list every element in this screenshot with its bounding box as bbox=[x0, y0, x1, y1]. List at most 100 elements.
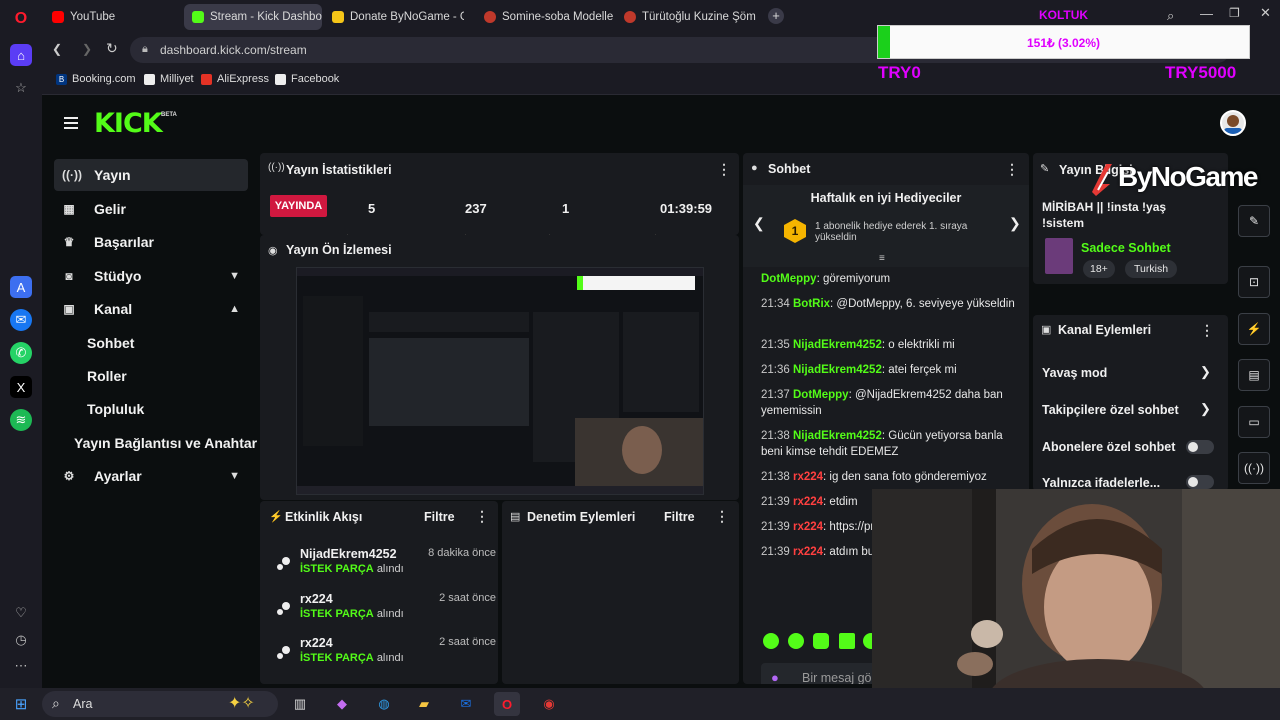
category-thumbnail[interactable] bbox=[1045, 238, 1073, 274]
chevron-right-icon[interactable]: ❯ bbox=[1009, 215, 1021, 232]
nav-topluluk[interactable]: Topluluk bbox=[87, 401, 144, 417]
chat-username[interactable]: DotMeppy bbox=[793, 389, 849, 401]
bookmark-facebook[interactable]: Facebook bbox=[275, 73, 339, 85]
nav-basarilar[interactable]: ♛ Başarılar bbox=[54, 226, 248, 258]
notes-icon[interactable]: ▤ bbox=[1238, 359, 1270, 391]
chat-username[interactable]: DotMeppy bbox=[761, 273, 817, 285]
opera-taskbar-icon[interactable]: O bbox=[494, 692, 520, 716]
document-icon: ▤ bbox=[510, 511, 521, 523]
chat-menu-icon[interactable]: ⋮ bbox=[1005, 161, 1019, 178]
chat-username[interactable]: rx224 bbox=[793, 471, 823, 483]
copilot-icon[interactable]: ◆ bbox=[329, 692, 355, 716]
taskbar-search[interactable]: ⌕ Ara ✦✧ bbox=[42, 691, 278, 717]
messenger-icon[interactable]: ✉ bbox=[10, 309, 32, 331]
spotify-icon[interactable]: ≋ bbox=[10, 409, 32, 431]
back-icon[interactable]: ❮ bbox=[52, 42, 62, 56]
reload-icon[interactable]: ↻ bbox=[106, 40, 118, 57]
activity-filter-button[interactable]: Filtre bbox=[424, 510, 455, 524]
chat-username[interactable]: rx224 bbox=[793, 546, 823, 558]
menu-icon[interactable] bbox=[64, 117, 78, 129]
x-icon[interactable]: X bbox=[10, 376, 32, 398]
stat-followers: 237 bbox=[465, 201, 487, 216]
edge-icon[interactable]: ◍ bbox=[371, 692, 397, 716]
nav-yayin[interactable]: ((·)) Yayın bbox=[54, 159, 248, 191]
chevron-right-icon[interactable]: ❯ bbox=[1200, 364, 1211, 380]
nav-gelir[interactable]: ▦ Gelir bbox=[54, 193, 248, 225]
chat-username[interactable]: NijadEkrem4252 bbox=[793, 364, 882, 376]
channel-actions-menu-icon[interactable]: ⋮ bbox=[1200, 322, 1214, 339]
opera-logo-icon[interactable]: O bbox=[10, 8, 32, 30]
chat-timestamp: 21:38 bbox=[761, 430, 793, 442]
chat-text: : @DotMeppy, 6. seviyeye yükseldin bbox=[830, 298, 1015, 310]
lightning-icon[interactable]: ⚡ bbox=[1238, 313, 1270, 345]
close-window-button[interactable]: ✕ bbox=[1260, 5, 1271, 21]
emote-icon[interactable] bbox=[813, 633, 829, 649]
chevron-left-icon[interactable]: ❮ bbox=[753, 215, 765, 232]
broadcast-icon[interactable]: ((·)) bbox=[1238, 452, 1270, 484]
chat-username[interactable]: BotRix bbox=[793, 298, 830, 310]
tab-turutoglu[interactable]: Türütoğlu Kuzine Şömine bbox=[616, 4, 756, 30]
slow-mode-label[interactable]: Yavaş mod bbox=[1042, 366, 1107, 380]
nav-sohbet[interactable]: Sohbet bbox=[87, 335, 134, 351]
taskview-icon[interactable]: ▥ bbox=[287, 692, 313, 716]
moderation-title: Denetim Eylemleri bbox=[527, 510, 636, 524]
chat-username[interactable]: NijadEkrem4252 bbox=[793, 339, 882, 351]
chat-username[interactable]: rx224 bbox=[793, 521, 823, 533]
chat-username[interactable]: rx224 bbox=[793, 496, 823, 508]
expand-icon[interactable]: ≡ bbox=[879, 253, 885, 264]
bookmark-booking[interactable]: B Booking.com bbox=[56, 73, 136, 85]
emote-icon[interactable] bbox=[763, 633, 779, 649]
tab-donate[interactable]: Donate ByNoGame - Gele bbox=[324, 4, 464, 30]
nav-ayarlar[interactable]: ⚙ Ayarlar ▼ bbox=[54, 460, 248, 492]
category-link[interactable]: Sadece Sohbet bbox=[1081, 241, 1171, 255]
chevron-right-icon[interactable]: ❯ bbox=[1200, 401, 1211, 417]
obs-icon[interactable]: ◉ bbox=[536, 692, 562, 716]
avatar[interactable] bbox=[1220, 110, 1246, 136]
chat-bubble-icon[interactable]: ▭ bbox=[1238, 406, 1270, 438]
nav-studyo[interactable]: ◙ Stüdyo ▼ bbox=[54, 260, 248, 292]
nav-kanal[interactable]: ▣ Kanal ▲ bbox=[54, 293, 248, 325]
emote-icon[interactable] bbox=[839, 633, 855, 649]
stats-menu-icon[interactable]: ⋮ bbox=[717, 161, 731, 178]
edit-icon[interactable]: ✎ bbox=[1238, 205, 1270, 237]
more-icon[interactable]: ⋯ bbox=[10, 655, 32, 677]
emote-icon[interactable] bbox=[788, 633, 804, 649]
chat-text: : etdim bbox=[823, 496, 858, 508]
whatsapp-icon[interactable]: ✆ bbox=[10, 342, 32, 364]
heart-icon[interactable]: ♡ bbox=[10, 602, 32, 624]
chat-username[interactable]: NijadEkrem4252 bbox=[793, 430, 882, 442]
microphone-icon[interactable]: ● bbox=[771, 670, 779, 684]
followers-only-label[interactable]: Takipçilere özel sohbet bbox=[1042, 403, 1179, 417]
tab-kick-dashboard[interactable]: Stream - Kick Dashboard bbox=[184, 4, 322, 30]
nav-roller[interactable]: Roller bbox=[87, 368, 127, 384]
activity-menu-icon[interactable]: ⋮ bbox=[475, 508, 489, 525]
subscribers-only-toggle[interactable] bbox=[1186, 440, 1214, 454]
outlook-icon[interactable]: ✉ bbox=[453, 692, 479, 716]
emotes-only-label: Yalnızca ifadelerle... bbox=[1042, 476, 1161, 490]
kick-logo[interactable]: KICK bbox=[94, 108, 163, 139]
pin-icon[interactable]: ☆ bbox=[10, 77, 32, 99]
windows-start-icon[interactable]: ⊞ bbox=[8, 692, 34, 716]
nav-connection[interactable]: Yayın Bağlantısı ve Anahtar bbox=[74, 435, 257, 451]
stat-viewers: 5 bbox=[368, 201, 376, 216]
channel-actions-title: Kanal Eylemleri bbox=[1058, 323, 1152, 337]
tab-youtube[interactable]: YouTube bbox=[44, 4, 180, 30]
home-icon[interactable]: ⌂ bbox=[10, 44, 32, 66]
file-explorer-icon[interactable]: ▰ bbox=[411, 692, 437, 716]
history-icon[interactable]: ◷ bbox=[10, 629, 32, 651]
forward-icon[interactable]: ❯ bbox=[82, 42, 92, 56]
screenshot-icon[interactable]: ⊡ bbox=[1238, 266, 1270, 298]
gifter-rank-badge: 1 bbox=[784, 219, 806, 243]
tab-somine[interactable]: Somine-soba Modelleri, F bbox=[476, 4, 614, 30]
moderation-filter-button[interactable]: Filtre bbox=[664, 510, 695, 524]
emotes-only-toggle[interactable] bbox=[1186, 475, 1214, 489]
gifters-title: Haftalık en iyi Hediyeciler bbox=[810, 191, 962, 205]
chat-timestamp: 21:35 bbox=[761, 339, 793, 351]
shield-icon: ▣ bbox=[1041, 324, 1052, 336]
bookmark-aliexpress[interactable]: AliExpress bbox=[201, 73, 269, 85]
moderation-menu-icon[interactable]: ⋮ bbox=[715, 508, 729, 525]
stream-preview-video[interactable] bbox=[296, 267, 704, 495]
aria-icon[interactable]: A bbox=[10, 276, 32, 298]
new-tab-button[interactable]: + bbox=[768, 8, 784, 24]
bookmark-milliyet[interactable]: Milliyet bbox=[144, 73, 194, 85]
